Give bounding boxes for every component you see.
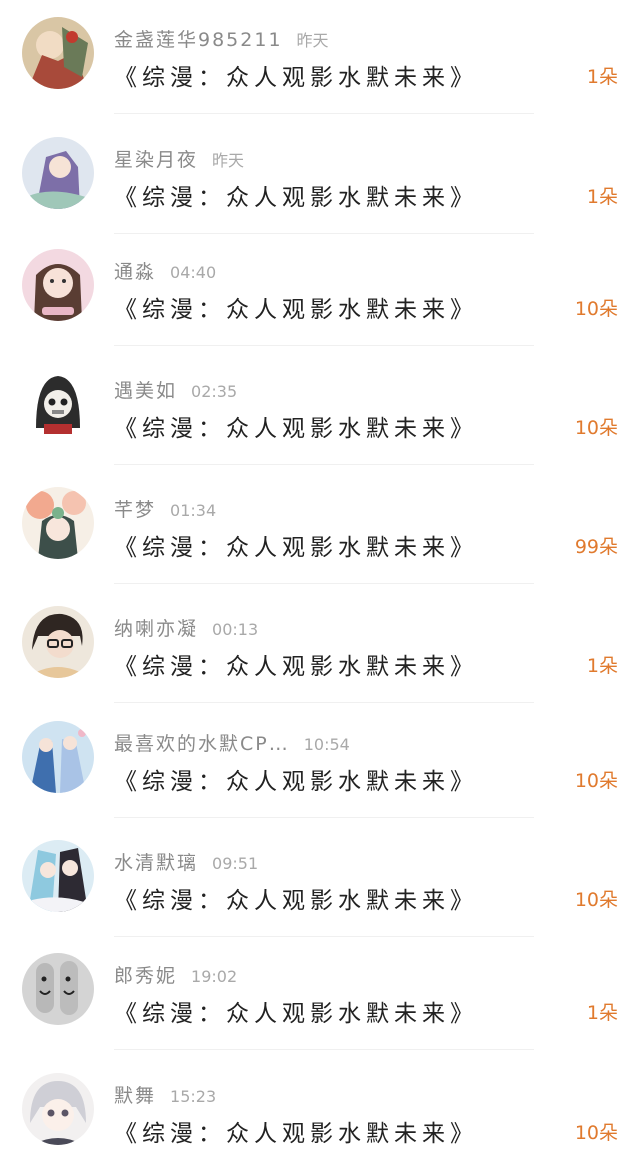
timestamp: 09:51 (212, 854, 259, 873)
avatar[interactable] (22, 721, 94, 793)
divider (114, 702, 534, 703)
book-title[interactable]: 《综漫：众人观影水默未来》 (114, 528, 478, 562)
list-item[interactable]: 最喜欢的水默CP… 10:54 《综漫：众人观影水默未来》 10朵 (0, 704, 640, 818)
avatar[interactable] (22, 840, 94, 912)
divider (114, 113, 534, 114)
list-item[interactable]: 郎秀妮 19:02 《综漫：众人观影水默未来》 1朵 (0, 936, 640, 1050)
timestamp: 15:23 (170, 1087, 217, 1106)
divider (114, 817, 534, 818)
divider (114, 345, 534, 346)
book-title[interactable]: 《综漫：众人观影水默未来》 (114, 178, 478, 212)
book-title[interactable]: 《综漫：众人观影水默未来》 (114, 762, 478, 796)
list-item[interactable]: 星染月夜 昨天 《综漫：众人观影水默未来》 1朵 (0, 120, 640, 234)
book-title[interactable]: 《综漫：众人观影水默未来》 (114, 1114, 478, 1148)
book-title[interactable]: 《综漫：众人观影水默未来》 (114, 647, 478, 681)
book-title[interactable]: 《综漫：众人观影水默未来》 (114, 58, 478, 92)
list-item[interactable]: 通淼 04:40 《综漫：众人观影水默未来》 10朵 (0, 232, 640, 346)
list-item[interactable]: 芊梦 01:34 《综漫：众人观影水默未来》 99朵 (0, 470, 640, 584)
sender-name[interactable]: 芊梦 (114, 499, 156, 521)
timestamp: 01:34 (170, 501, 217, 520)
sender-meta: 星染月夜 昨天 (114, 145, 244, 172)
sender-meta: 遇美如 02:35 (114, 376, 237, 403)
sender-meta: 水清默璃 09:51 (114, 848, 258, 875)
flower-count: 1朵 (586, 655, 618, 677)
avatar[interactable] (22, 368, 94, 440)
flower-count: 1朵 (586, 186, 618, 208)
avatar[interactable] (22, 606, 94, 678)
list-item[interactable]: 水清默璃 09:51 《综漫：众人观影水默未来》 10朵 (0, 823, 640, 937)
sender-name[interactable]: 郎秀妮 (114, 965, 177, 987)
avatar[interactable] (22, 17, 94, 89)
book-title[interactable]: 《综漫：众人观影水默未来》 (114, 409, 478, 443)
sender-name[interactable]: 纳喇亦凝 (114, 618, 198, 640)
divider (114, 583, 534, 584)
sender-meta: 最喜欢的水默CP… 10:54 (114, 729, 350, 756)
sender-meta: 通淼 04:40 (114, 257, 216, 284)
flower-count: 99朵 (574, 536, 618, 558)
sender-name[interactable]: 默舞 (114, 1085, 156, 1107)
avatar[interactable] (22, 249, 94, 321)
gift-list: 金盏莲华985211 昨天 《综漫：众人观影水默未来》 1朵 星染月夜 昨天 《综漫… (0, 0, 640, 1170)
sender-name[interactable]: 星染月夜 (114, 149, 198, 171)
flower-count: 10朵 (574, 889, 618, 911)
timestamp: 昨天 (296, 31, 329, 50)
avatar[interactable] (22, 487, 94, 559)
list-item[interactable]: 金盏莲华985211 昨天 《综漫：众人观影水默未来》 1朵 (0, 0, 640, 114)
flower-count: 10朵 (574, 1122, 618, 1144)
sender-name[interactable]: 遇美如 (114, 380, 177, 402)
sender-meta: 金盏莲华985211 昨天 (114, 25, 329, 52)
timestamp: 02:35 (191, 382, 238, 401)
book-title[interactable]: 《综漫：众人观影水默未来》 (114, 290, 478, 324)
list-item[interactable]: 遇美如 02:35 《综漫：众人观影水默未来》 10朵 (0, 351, 640, 465)
avatar[interactable] (22, 953, 94, 1025)
flower-count: 1朵 (586, 66, 618, 88)
sender-name[interactable]: 通淼 (114, 261, 156, 283)
flower-count: 1朵 (586, 1002, 618, 1024)
sender-name[interactable]: 金盏莲华985211 (114, 29, 283, 51)
list-item[interactable]: 纳喇亦凝 00:13 《综漫：众人观影水默未来》 1朵 (0, 589, 640, 703)
timestamp: 00:13 (212, 620, 259, 639)
timestamp: 04:40 (170, 263, 217, 282)
divider (114, 464, 534, 465)
flower-count: 10朵 (574, 417, 618, 439)
sender-name[interactable]: 最喜欢的水默CP… (114, 733, 290, 755)
timestamp: 10:54 (303, 735, 350, 754)
book-title[interactable]: 《综漫：众人观影水默未来》 (114, 994, 478, 1028)
sender-meta: 默舞 15:23 (114, 1081, 216, 1108)
divider (114, 1049, 534, 1050)
list-item[interactable]: 默舞 15:23 《综漫：众人观影水默未来》 10朵 (0, 1056, 640, 1168)
book-title[interactable]: 《综漫：众人观影水默未来》 (114, 881, 478, 915)
avatar[interactable] (22, 1073, 94, 1145)
avatar[interactable] (22, 137, 94, 209)
timestamp: 19:02 (191, 967, 238, 986)
flower-count: 10朵 (574, 298, 618, 320)
sender-meta: 纳喇亦凝 00:13 (114, 614, 258, 641)
sender-meta: 郎秀妮 19:02 (114, 961, 237, 988)
timestamp: 昨天 (212, 151, 245, 170)
sender-meta: 芊梦 01:34 (114, 495, 216, 522)
flower-count: 10朵 (574, 770, 618, 792)
sender-name[interactable]: 水清默璃 (114, 852, 198, 874)
